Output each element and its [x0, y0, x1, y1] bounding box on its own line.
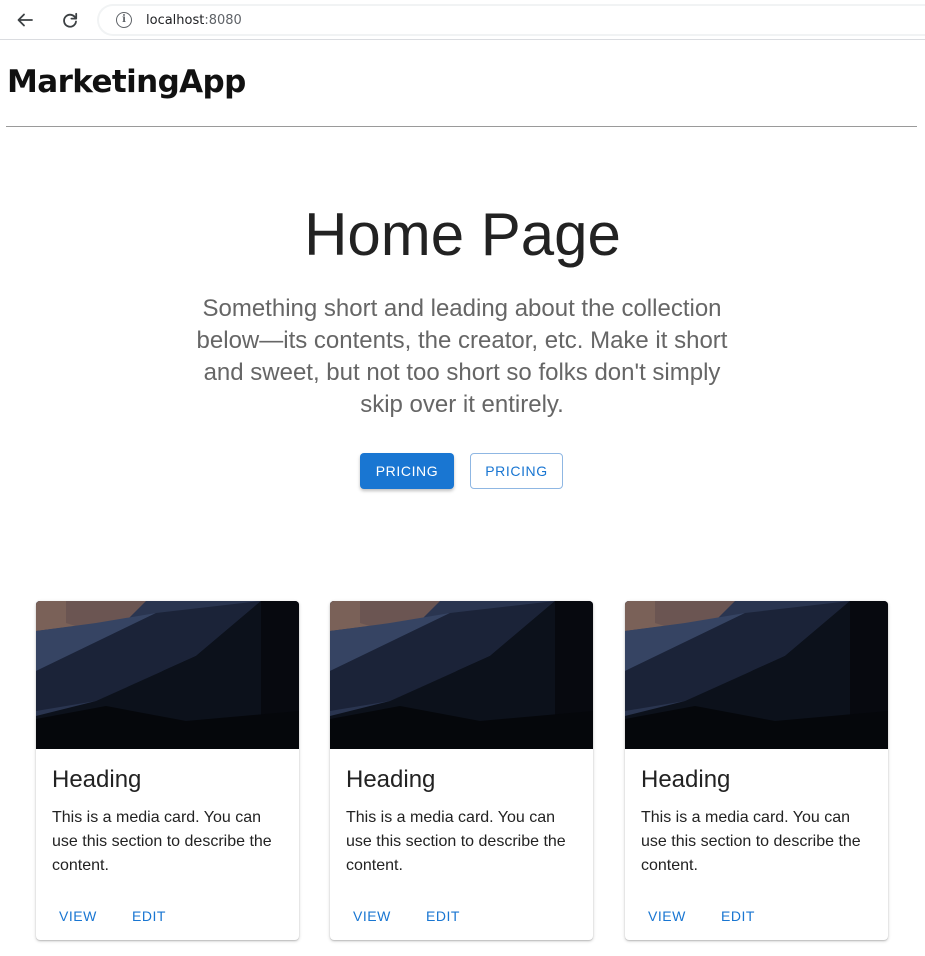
info-icon[interactable]: i — [116, 12, 132, 28]
edit-button[interactable]: EDIT — [721, 908, 755, 924]
edit-button[interactable]: EDIT — [132, 908, 166, 924]
reload-icon — [63, 12, 78, 28]
header-divider — [6, 126, 917, 127]
address-bar[interactable]: i localhost:8080 — [98, 5, 925, 35]
page-title: Home Page — [304, 201, 621, 268]
card-heading: Heading — [641, 766, 731, 793]
card-image — [625, 601, 888, 749]
card-image — [36, 601, 299, 749]
app-title: MarketingApp — [7, 64, 246, 100]
view-button[interactable]: VIEW — [353, 908, 391, 924]
view-button[interactable]: VIEW — [648, 908, 686, 924]
hero-description: Something short and leading about the co… — [196, 295, 728, 418]
card-heading: Heading — [52, 766, 142, 793]
back-arrow-icon — [17, 13, 33, 27]
media-card: Heading This is a media card. You can us… — [36, 601, 299, 940]
reload-button[interactable] — [56, 6, 84, 34]
pricing-button-primary[interactable]: PRICING — [360, 453, 454, 489]
media-card: Heading This is a media card. You can us… — [625, 601, 888, 940]
pricing-button-outlined[interactable]: PRICING — [470, 453, 563, 489]
edit-button[interactable]: EDIT — [426, 908, 460, 924]
card-description: This is a media card. You can use this s… — [346, 809, 566, 874]
card-description: This is a media card. You can use this s… — [52, 809, 272, 874]
media-card: Heading This is a media card. You can us… — [330, 601, 593, 940]
card-heading: Heading — [346, 766, 436, 793]
card-description: This is a media card. You can use this s… — [641, 809, 861, 874]
url-host: localhost — [146, 12, 205, 28]
browser-toolbar: i localhost:8080 — [0, 0, 925, 40]
url-port: :8080 — [204, 12, 242, 28]
view-button[interactable]: VIEW — [59, 908, 97, 924]
card-image — [330, 601, 593, 749]
back-button[interactable] — [11, 6, 39, 34]
